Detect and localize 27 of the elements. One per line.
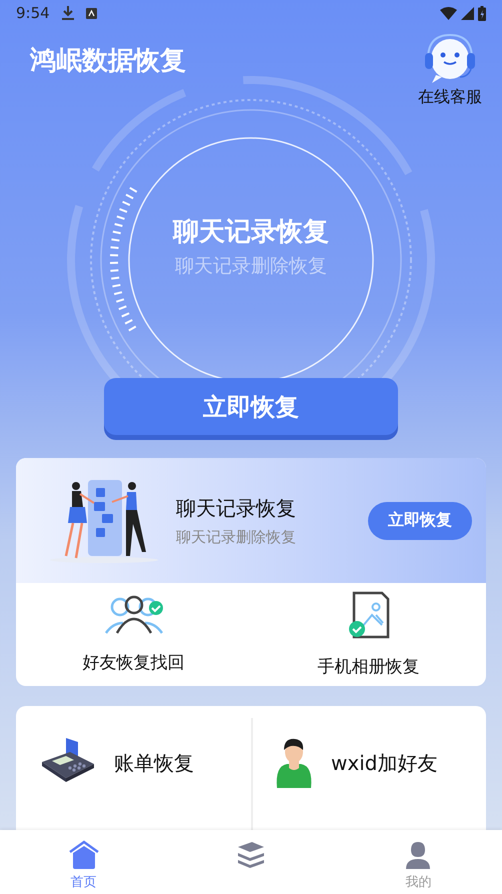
app-notification-icon <box>86 8 97 19</box>
shortcut-label[interactable]: wxid加好友 <box>331 750 438 778</box>
support-label[interactable]: 在线客服 <box>418 86 482 108</box>
stack-icon <box>236 840 266 870</box>
tool-label[interactable]: 好友恢复找回 <box>82 651 184 674</box>
friends-icon <box>104 595 162 636</box>
tool-label[interactable]: 手机相册恢复 <box>318 655 420 678</box>
hero-title: 聊天记录恢复 <box>173 216 329 249</box>
hero-subtitle: 聊天记录删除恢复 <box>175 254 327 279</box>
shortcut-label[interactable]: 账单恢复 <box>114 750 194 778</box>
status-time: 9:54 <box>16 4 50 22</box>
signal-icon <box>461 6 474 20</box>
wifi-icon <box>440 6 457 20</box>
nav-label: 我的 <box>405 874 432 892</box>
home-icon <box>68 840 99 870</box>
user-icon <box>405 840 432 870</box>
app-title: 鸿岷数据恢复 <box>30 44 186 78</box>
photo-file-icon <box>348 591 390 640</box>
recover-now-button[interactable]: 立即恢复 <box>104 378 398 436</box>
nav-label: 首页 <box>70 874 97 892</box>
feature-title: 聊天记录恢复 <box>176 494 297 522</box>
battery-icon <box>478 6 486 21</box>
recover-now-button[interactable]: 立即恢复 <box>368 502 472 540</box>
nav-tab[interactable]: 首页 <box>0 830 168 894</box>
feature-subtitle: 聊天记录删除恢复 <box>176 528 297 547</box>
card-terminal-icon <box>40 736 96 784</box>
download-icon <box>62 6 74 20</box>
